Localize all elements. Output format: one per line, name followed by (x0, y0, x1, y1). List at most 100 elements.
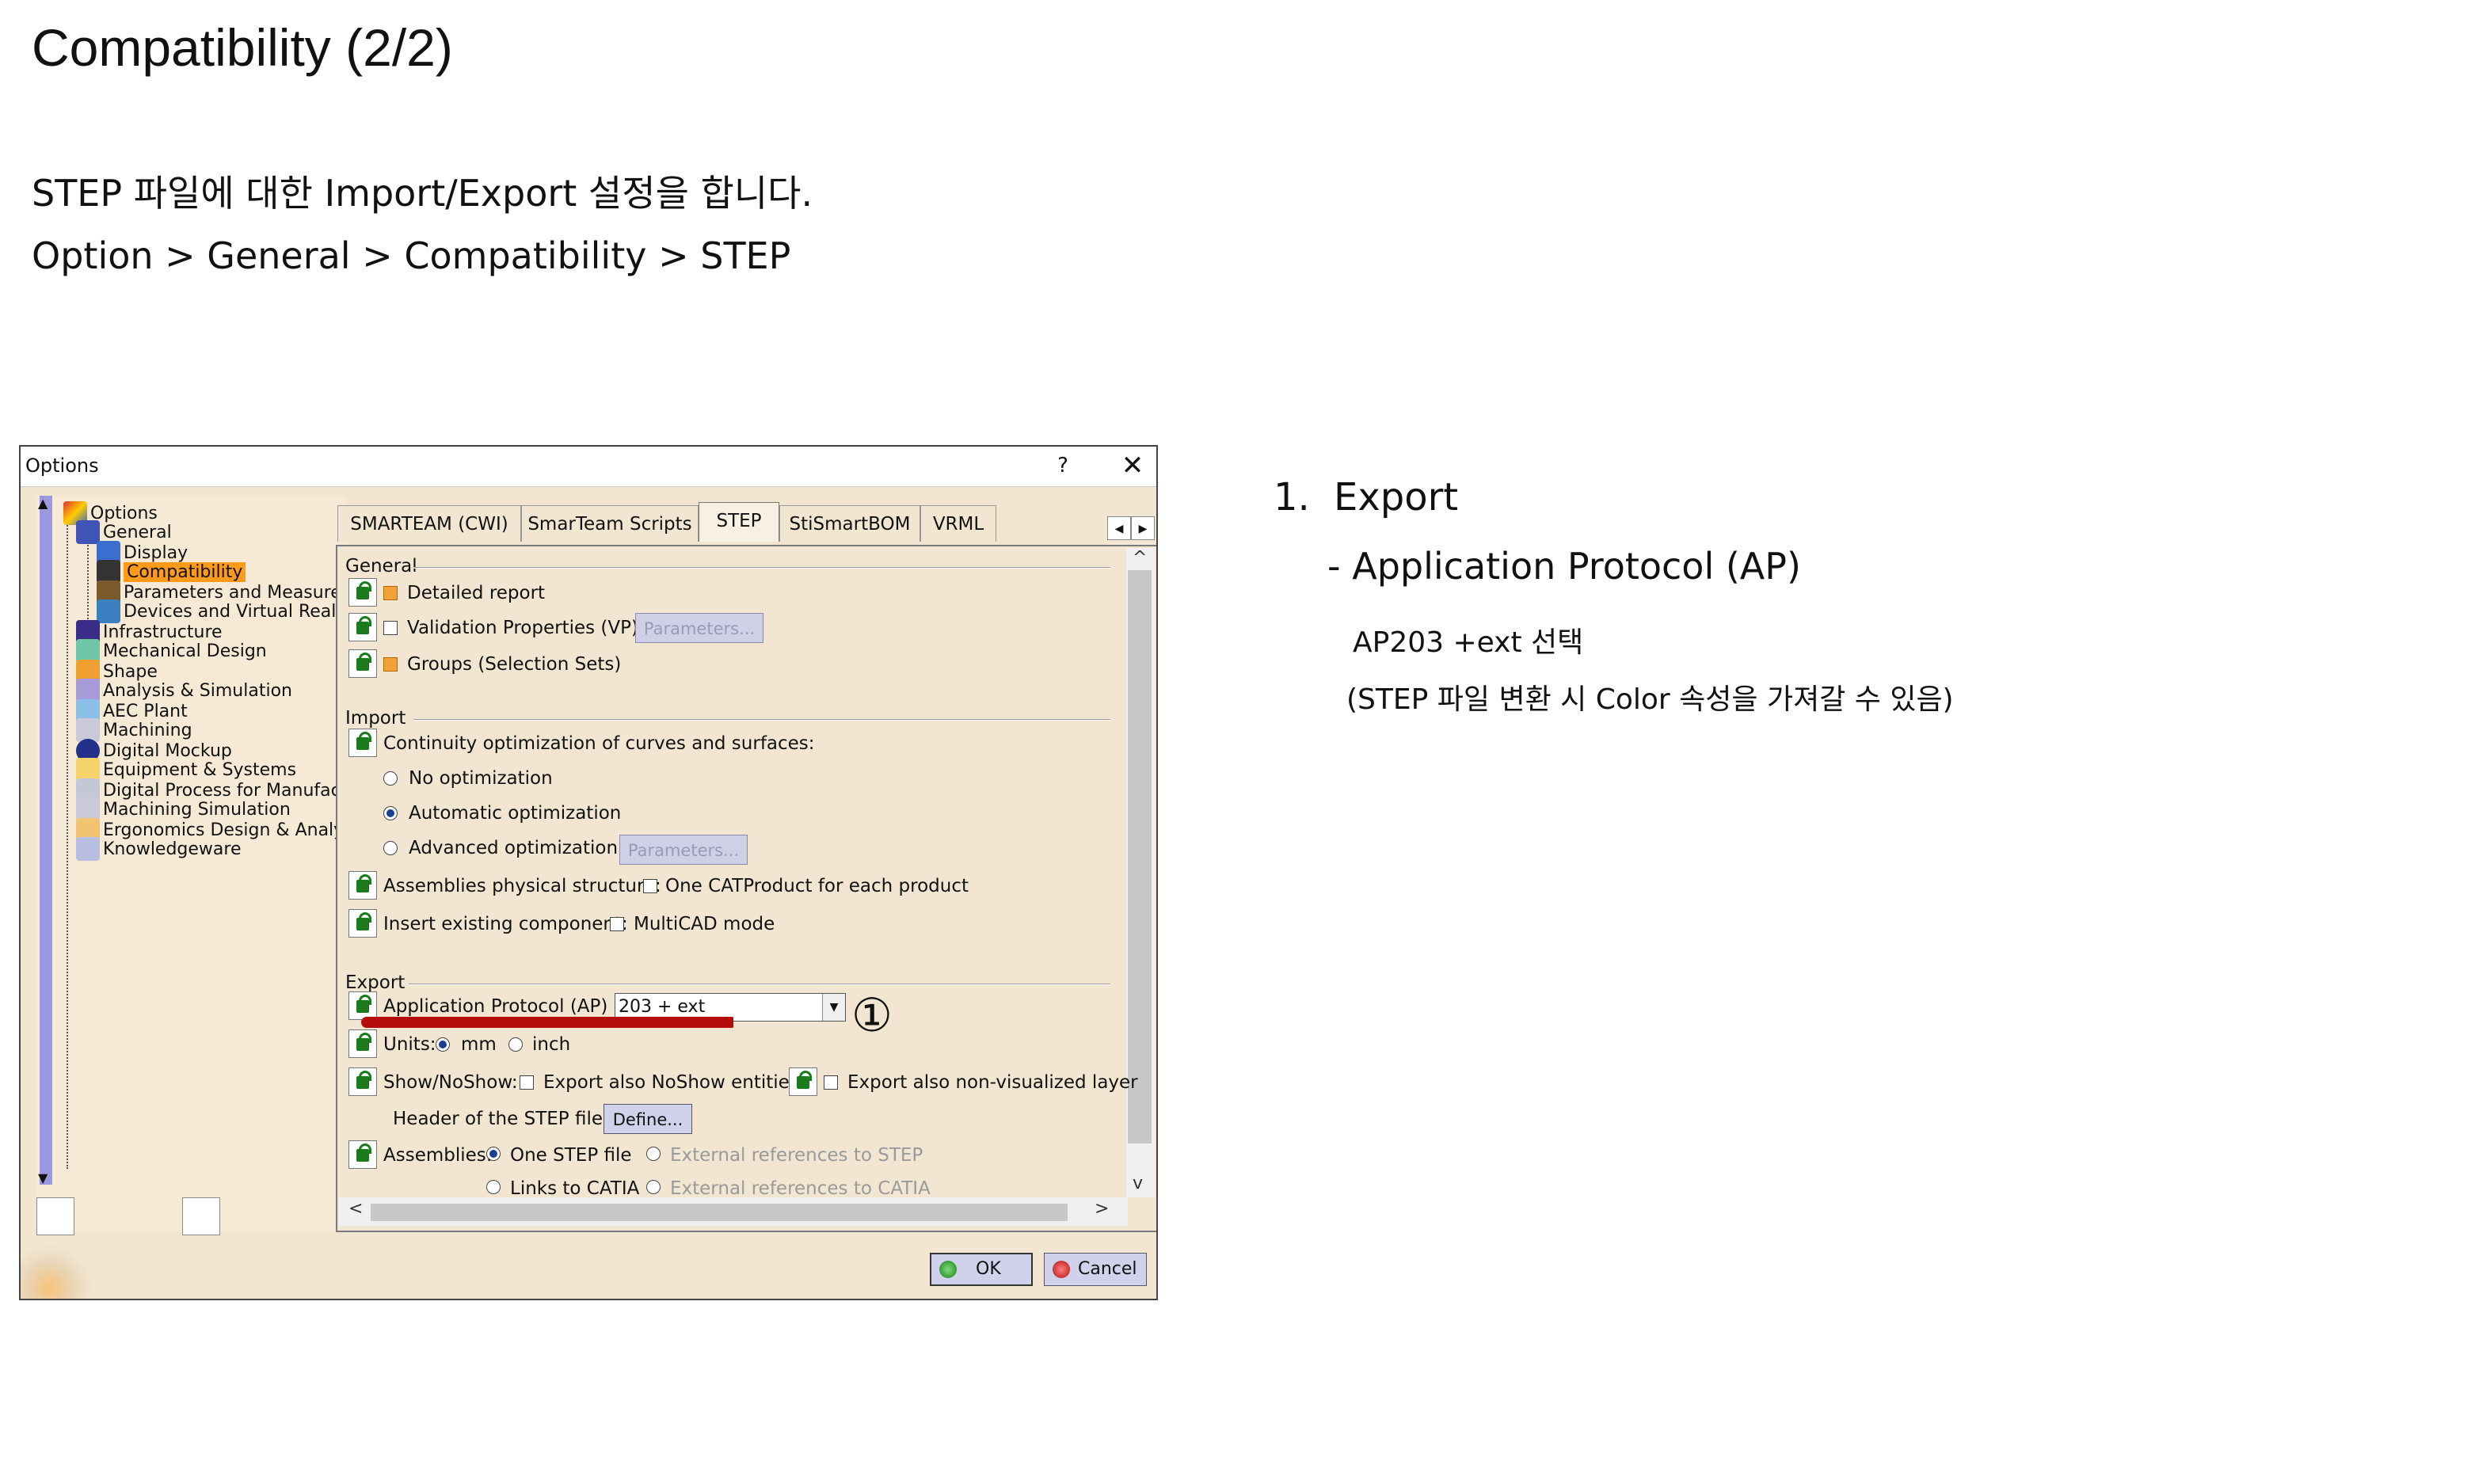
note-number: 1. (1274, 475, 1310, 519)
advanced-optimization-label: Advanced optimization (409, 838, 619, 858)
groups-checkbox[interactable] (383, 657, 398, 672)
tab-smarteam-cwi[interactable]: SMARTEAM (CWI) (337, 505, 521, 542)
horizontal-scrollbar[interactable]: < > (339, 1197, 1128, 1226)
external-refs-step-radio[interactable] (646, 1147, 661, 1161)
help-button[interactable]: ? (1047, 450, 1079, 481)
step-settings-panel: ^ v < > General Detailed report Validati… (336, 545, 1156, 1232)
export-section-label: Export (345, 972, 406, 993)
one-catproduct-checkbox[interactable] (643, 879, 657, 893)
catia-globe-icon (21, 1243, 92, 1299)
multicad-label: MultiCAD mode (634, 914, 775, 934)
tab-vrml[interactable]: VRML (920, 505, 996, 542)
note-line: (STEP 파일 변환 시 Color 속성을 가져갈 수 있음) (1346, 683, 1954, 716)
multicad-checkbox[interactable] (610, 917, 624, 931)
chevron-down-icon[interactable]: ▼ (822, 994, 845, 1021)
validation-properties-checkbox[interactable] (383, 621, 398, 635)
links-catia-label: Links to CATIA (510, 1178, 640, 1196)
validation-properties-label: Validation Properties (VP) (407, 618, 638, 638)
lock-icon[interactable] (348, 649, 377, 678)
dialog-titlebar: Options ? ✕ (21, 447, 1156, 487)
slide-title: Compatibility (2/2) (32, 18, 453, 77)
scroll-left-icon[interactable]: < (348, 1199, 363, 1219)
tab-stismartbom[interactable]: StiSmartBOM (779, 505, 920, 542)
validation-parameters-button[interactable]: Parameters... (635, 613, 763, 643)
cancel-button[interactable]: Cancel (1044, 1253, 1147, 1286)
lock-icon[interactable] (348, 1029, 377, 1058)
export-noshow-checkbox[interactable] (520, 1075, 534, 1090)
lock-icon[interactable] (348, 1140, 377, 1169)
close-button[interactable]: ✕ (1109, 450, 1156, 481)
lock-icon[interactable] (348, 991, 377, 1020)
ok-icon (939, 1261, 957, 1278)
options-path-text: Option > General > Compatibility > STEP (32, 234, 791, 277)
vertical-scrollbar[interactable]: ^ v (1126, 548, 1155, 1197)
export-nonvisualized-checkbox[interactable] (824, 1075, 838, 1090)
lock-icon[interactable] (348, 1067, 377, 1096)
dialog-title: Options (25, 455, 99, 477)
intro-text: STEP 파일에 대한 Import/Export 설정을 합니다. (32, 172, 813, 215)
tree-item-knowledgeware[interactable]: Knowledgeware (76, 831, 242, 866)
note-heading: Export (1334, 475, 1459, 519)
tree-scrollbar[interactable] (40, 496, 52, 1185)
external-refs-catia-label: External references to CATIA (670, 1178, 931, 1196)
export-assemblies-label: Assemblies: (383, 1145, 493, 1166)
lock-icon[interactable] (348, 613, 377, 641)
general-section-label: General (345, 556, 417, 576)
links-catia-radio[interactable] (486, 1180, 501, 1194)
note-subheading: - Application Protocol (AP) (1327, 545, 1801, 588)
scroll-down-icon[interactable]: v (1133, 1174, 1143, 1193)
automatic-optimization-radio[interactable] (383, 806, 398, 820)
tab-scroll-right-icon[interactable]: ▶ (1131, 516, 1155, 540)
horizontal-scroll-thumb[interactable] (371, 1204, 1068, 1221)
insert-existing-label: Insert existing component: (383, 914, 628, 934)
lock-icon[interactable] (348, 729, 377, 757)
one-catproduct-label: One CATProduct for each product (665, 876, 969, 896)
assemblies-physical-label: Assemblies physical structure: (383, 876, 661, 896)
detailed-report-checkbox[interactable] (383, 586, 398, 600)
scroll-right-icon[interactable]: > (1095, 1199, 1109, 1219)
tree-tool-button[interactable] (182, 1197, 220, 1235)
tab-scroll-left-icon[interactable]: ◀ (1107, 516, 1131, 540)
lock-icon[interactable] (348, 871, 377, 900)
import-section-label: Import (345, 708, 406, 729)
note-line: AP203 +ext 선택 (1353, 626, 1584, 659)
define-button[interactable]: Define... (604, 1104, 692, 1134)
tab-step[interactable]: STEP (699, 502, 779, 542)
annotation-marker: ① (851, 988, 893, 1042)
no-optimization-radio[interactable] (383, 771, 398, 786)
advanced-optimization-radio[interactable] (383, 841, 398, 855)
tree-scroll-down-icon[interactable]: ▼ (38, 1170, 48, 1185)
continuity-label: Continuity optimization of curves and su… (383, 733, 815, 754)
lock-icon[interactable] (348, 578, 377, 607)
unit-mm-label: mm (461, 1034, 497, 1055)
one-step-file-label: One STEP file (510, 1145, 632, 1166)
tree-tool-button[interactable] (36, 1197, 74, 1235)
detailed-report-label: Detailed report (407, 583, 546, 603)
unit-mm-radio[interactable] (436, 1037, 450, 1052)
export-nonvisualized-label: Export also non-visualized layer (847, 1072, 1138, 1093)
show-noshow-label: Show/NoShow: (383, 1072, 518, 1093)
external-refs-step-label: External references to STEP (670, 1145, 923, 1166)
units-label: Units: (383, 1034, 436, 1055)
scroll-up-icon[interactable]: ^ (1133, 548, 1147, 568)
unit-inch-radio[interactable] (508, 1037, 523, 1052)
optimization-parameters-button[interactable]: Parameters... (619, 835, 748, 865)
export-noshow-label: Export also NoShow entities (543, 1072, 799, 1093)
step-header-label: Header of the STEP file : (393, 1109, 615, 1129)
lock-icon[interactable] (348, 909, 377, 938)
vertical-scroll-thumb[interactable] (1128, 570, 1152, 1143)
external-refs-catia-radio[interactable] (646, 1180, 661, 1194)
red-highlight-underline (361, 1017, 733, 1028)
unit-inch-label: inch (532, 1034, 571, 1055)
groups-label: Groups (Selection Sets) (407, 654, 622, 675)
no-optimization-label: No optimization (409, 768, 553, 789)
one-step-file-radio[interactable] (486, 1147, 501, 1161)
tab-smarteam-scripts[interactable]: SmarTeam Scripts (521, 505, 699, 542)
lock-icon[interactable] (789, 1067, 817, 1096)
tree-scroll-up-icon[interactable]: ▲ (38, 496, 48, 511)
tab-bar: SMARTEAM (CWI) SmarTeam Scripts STEP Sti… (337, 502, 1156, 543)
ok-button[interactable]: OK (930, 1253, 1033, 1286)
options-tree: ▲ ▼ Options General Display Compatibilit… (36, 496, 348, 1232)
application-protocol-label: Application Protocol (AP) : (383, 996, 620, 1017)
options-dialog: Options ? ✕ ▲ ▼ Options General Display … (19, 445, 1158, 1300)
